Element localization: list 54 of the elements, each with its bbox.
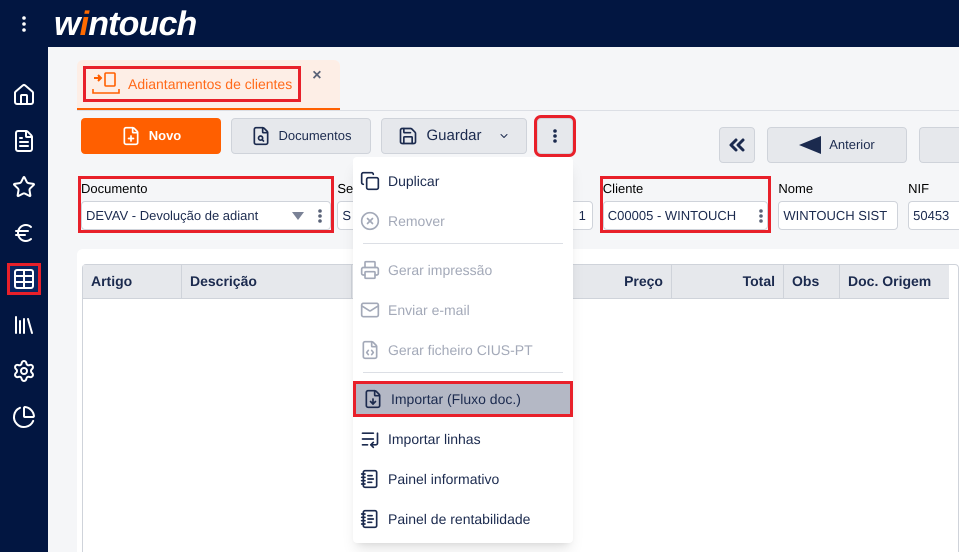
menu-item[interactable]: Importar linhas xyxy=(353,421,573,457)
binders-icon xyxy=(12,313,36,337)
new-document-icon xyxy=(120,126,141,146)
menu-item[interactable]: Painel informativo xyxy=(353,461,573,497)
nif-field[interactable]: 50453 xyxy=(908,201,959,230)
printer-icon xyxy=(360,260,380,280)
star-icon xyxy=(12,175,36,199)
menu-item[interactable]: Painel de rentabilidade xyxy=(353,501,573,537)
sidebar-item[interactable] xyxy=(7,263,41,295)
document-icon xyxy=(12,129,36,153)
field-label: NIF xyxy=(908,180,930,198)
document-search-icon xyxy=(250,126,270,146)
field-label: Documento xyxy=(81,180,148,198)
documents-button[interactable]: Documentos xyxy=(231,118,371,154)
save-icon xyxy=(398,126,418,146)
menu-icon[interactable] xyxy=(22,16,26,32)
document-select[interactable]: DEVAV - Devolução de adiant xyxy=(81,201,332,230)
column-header[interactable]: Doc. Origem xyxy=(839,265,949,299)
tab[interactable]: Adiantamentos de clientes × xyxy=(77,60,340,110)
notebook-icon xyxy=(360,469,380,489)
more-icon xyxy=(318,208,322,222)
select-value: DEVAV - Devolução de adiant xyxy=(86,206,258,225)
column-header[interactable]: Obs xyxy=(783,265,839,299)
client-field[interactable]: C00005 - WINTOUCH xyxy=(602,201,768,230)
tab-label: Adiantamentos de clientes xyxy=(128,74,292,94)
remove-icon xyxy=(360,211,380,231)
logo: wintouch xyxy=(54,6,196,40)
name-field[interactable]: WINTOUCH SIST xyxy=(778,201,898,230)
more-icon xyxy=(759,208,764,222)
import-icon xyxy=(363,389,383,409)
gear-icon xyxy=(12,359,36,383)
menu-item[interactable]: Importar (Fluxo doc.) xyxy=(353,381,573,417)
more-icon xyxy=(553,129,557,143)
left-triangle-icon xyxy=(799,136,822,154)
previous-button[interactable]: Anterior xyxy=(767,127,907,163)
table-icon xyxy=(12,267,36,291)
home-icon xyxy=(12,83,36,107)
close-button[interactable]: × xyxy=(312,64,322,88)
caret-icon xyxy=(292,212,304,220)
copy-icon xyxy=(360,171,380,191)
first-record-button[interactable] xyxy=(719,127,755,163)
pie-chart-icon xyxy=(12,405,36,429)
field-label: Cliente xyxy=(602,180,644,198)
code-file-icon xyxy=(360,340,380,360)
notebook-icon xyxy=(360,509,380,529)
field-label: Se xyxy=(337,180,354,198)
menu-item[interactable]: Duplicar xyxy=(353,163,573,199)
column-header[interactable]: Artigo xyxy=(83,265,181,299)
more-button[interactable] xyxy=(537,118,573,154)
column-header[interactable]: Total xyxy=(671,265,783,299)
column-header[interactable]: Descrição xyxy=(181,265,351,299)
save-button[interactable]: Guardar xyxy=(381,118,527,154)
mail-icon xyxy=(360,300,380,320)
field-label: Nome xyxy=(778,180,814,198)
